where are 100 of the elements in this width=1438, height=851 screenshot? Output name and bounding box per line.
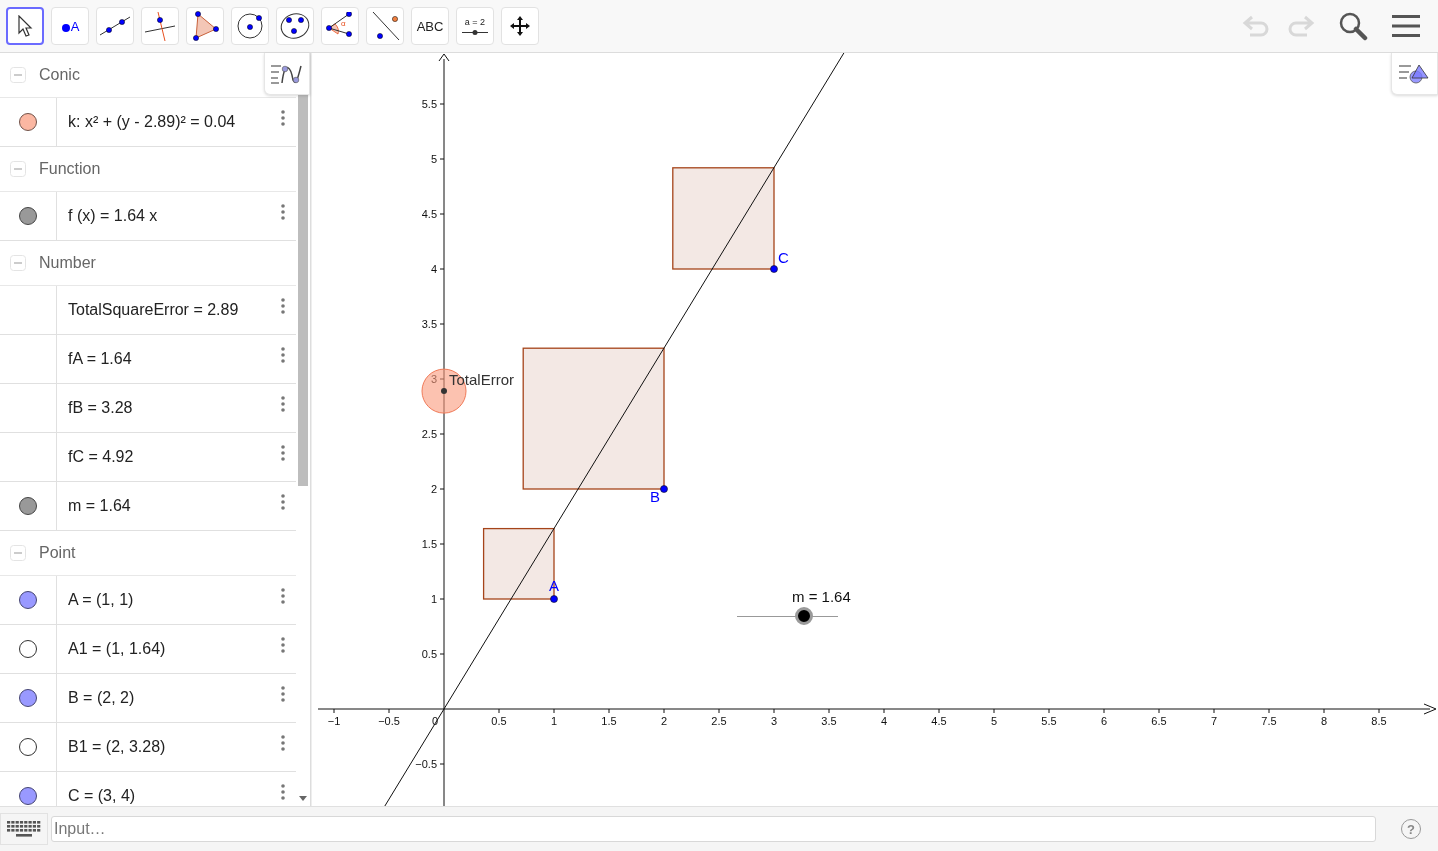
more-options-icon[interactable] [278, 394, 288, 414]
axis-label: 2 [660, 715, 668, 727]
algebra-entry[interactable]: m = 1.64 [68, 497, 131, 515]
point-label: B [650, 488, 660, 505]
axis-label: −0.5 [378, 715, 400, 727]
axis-label: 7.5 [1261, 715, 1277, 727]
axis-label: 5 [430, 153, 437, 165]
point-icon [60, 22, 71, 33]
axis-label: 8.5 [1371, 715, 1387, 727]
style-bar-toggle[interactable] [264, 53, 310, 95]
more-options-icon[interactable] [278, 202, 288, 222]
more-options-icon[interactable] [278, 684, 288, 704]
line-icon [98, 15, 132, 37]
algebra-entry[interactable]: fC = 4.92 [68, 448, 134, 466]
axis-label: 5 [990, 715, 998, 727]
more-options-icon[interactable] [278, 586, 288, 606]
input-field[interactable]: Input… [51, 816, 1376, 842]
perpendicular-line-icon [143, 10, 177, 42]
point[interactable] [660, 485, 668, 493]
visibility-dot[interactable] [19, 207, 37, 225]
algebra-entry[interactable]: B = (2, 2) [68, 689, 135, 707]
point-label: A [70, 19, 80, 33]
slider-knob[interactable] [794, 607, 813, 625]
axis-label: 4 [430, 263, 437, 275]
tool-button[interactable]: A [51, 7, 89, 45]
move-arrows-icon [509, 15, 531, 37]
axis-label: 4.5 [421, 208, 437, 220]
algebra-entry[interactable]: B1 = (2, 3.28) [68, 738, 166, 756]
axis-label: 0.5 [491, 715, 507, 727]
keyboard-icon[interactable] [0, 813, 48, 845]
scroll-down-icon[interactable] [299, 796, 307, 801]
axis-label: 5.5 [421, 98, 437, 110]
axis-label: 6.5 [1151, 715, 1167, 727]
slider-caption: m = 1.64 [792, 588, 851, 605]
axis-label: 4.5 [931, 715, 947, 727]
angle-label: α [341, 19, 346, 28]
group-header[interactable]: Conic [39, 66, 80, 84]
group-header[interactable]: Function [39, 160, 101, 178]
ellipse-icon [279, 11, 311, 41]
axis-label: 1 [550, 715, 558, 727]
more-options-icon[interactable] [278, 733, 288, 753]
group-header[interactable]: Number [39, 254, 96, 272]
algebra-entry[interactable]: k: x² + (y - 2.89)² = 0.04 [68, 113, 236, 131]
axis-label: 2.5 [421, 428, 437, 440]
more-options-icon[interactable] [278, 108, 288, 128]
slider-tool-label: a = 2 [464, 17, 486, 27]
more-options-icon[interactable] [278, 635, 288, 655]
axis-label: 3 [430, 373, 437, 385]
algebra-entry[interactable]: f (x) = 1.64 x [68, 207, 158, 225]
point-label: A [549, 577, 559, 594]
axis-label: 5.5 [1041, 715, 1057, 727]
point[interactable] [770, 265, 778, 273]
axis-label: 1.5 [601, 715, 617, 727]
algebra-entry[interactable]: TotalSquareError = 2.89 [68, 301, 239, 319]
circle-center-point [441, 388, 447, 395]
axis-label: 2.5 [711, 715, 727, 727]
algebra-entry[interactable]: fB = 3.28 [68, 399, 133, 417]
axis-label: 0.5 [421, 648, 437, 660]
visibility-dot[interactable] [19, 689, 37, 707]
more-options-icon[interactable] [278, 443, 288, 463]
algebra-entry[interactable]: A1 = (1, 1.64) [68, 640, 166, 658]
tool-button[interactable] [6, 7, 44, 45]
axis-label: 0 [431, 715, 438, 727]
visibility-dot[interactable] [19, 497, 37, 515]
axis-label: 7 [1210, 715, 1218, 727]
tool-button[interactable]: a = 2 [456, 7, 494, 45]
algebra-entry[interactable]: fA = 1.64 [68, 350, 132, 368]
slider-icon [462, 29, 488, 35]
more-options-icon[interactable] [278, 492, 288, 512]
hidden-dot[interactable] [19, 738, 37, 756]
scrollbar-thumb[interactable] [298, 95, 308, 486]
style-bar-toggle[interactable] [1391, 53, 1438, 95]
algebra-entry[interactable]: A = (1, 1) [68, 591, 134, 609]
triangle-icon [191, 11, 219, 41]
point-label: C [778, 249, 789, 266]
visibility-dot[interactable] [19, 787, 37, 805]
axis-label: 6 [1100, 715, 1108, 727]
axis-label: −0.5 [415, 758, 437, 770]
point[interactable] [550, 595, 558, 603]
more-options-icon[interactable] [278, 296, 288, 316]
text-tool-label: ABC [416, 19, 444, 33]
more-options-icon[interactable] [278, 345, 288, 365]
axis-label: 2 [430, 483, 437, 495]
algebra-entry[interactable]: C = (3, 4) [68, 787, 136, 805]
axis-label: 1 [430, 593, 437, 605]
axis-label: 1.5 [421, 538, 437, 550]
visibility-dot[interactable] [19, 591, 37, 609]
axis-label: 3 [770, 715, 778, 727]
tool-button[interactable]: ABC [411, 7, 449, 45]
visibility-dot[interactable] [19, 113, 37, 131]
circle-icon [236, 12, 264, 40]
axis-label: 3.5 [821, 715, 837, 727]
more-options-icon[interactable] [278, 782, 288, 802]
axis-label: 8 [1320, 715, 1328, 727]
tool-button[interactable]: α [321, 7, 359, 45]
axis-label: 4 [880, 715, 888, 727]
axis-label: −1 [327, 715, 341, 727]
hidden-dot[interactable] [19, 640, 37, 658]
group-header[interactable]: Point [39, 544, 76, 562]
arrow-cursor-icon [17, 15, 33, 37]
